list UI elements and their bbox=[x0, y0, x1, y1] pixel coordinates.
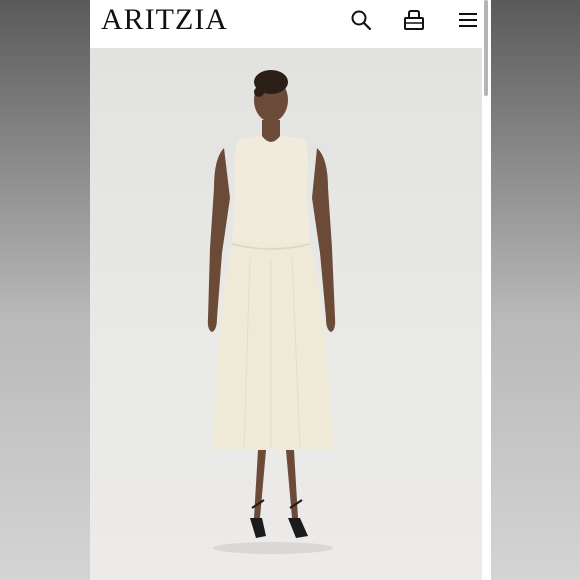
shopping-bag-icon[interactable] bbox=[403, 9, 425, 31]
right-blurred-margin bbox=[491, 0, 580, 580]
brand-logo[interactable]: ARITZIA bbox=[101, 3, 228, 37]
left-blurred-margin bbox=[0, 0, 90, 580]
search-icon[interactable] bbox=[350, 9, 372, 31]
site-header: ARITZIA bbox=[90, 0, 491, 48]
product-image[interactable] bbox=[90, 48, 482, 580]
model-illustration bbox=[207, 70, 336, 554]
scrollbar[interactable] bbox=[484, 0, 488, 96]
menu-icon[interactable] bbox=[457, 9, 479, 31]
phone-screen: ARITZIA bbox=[90, 0, 491, 580]
